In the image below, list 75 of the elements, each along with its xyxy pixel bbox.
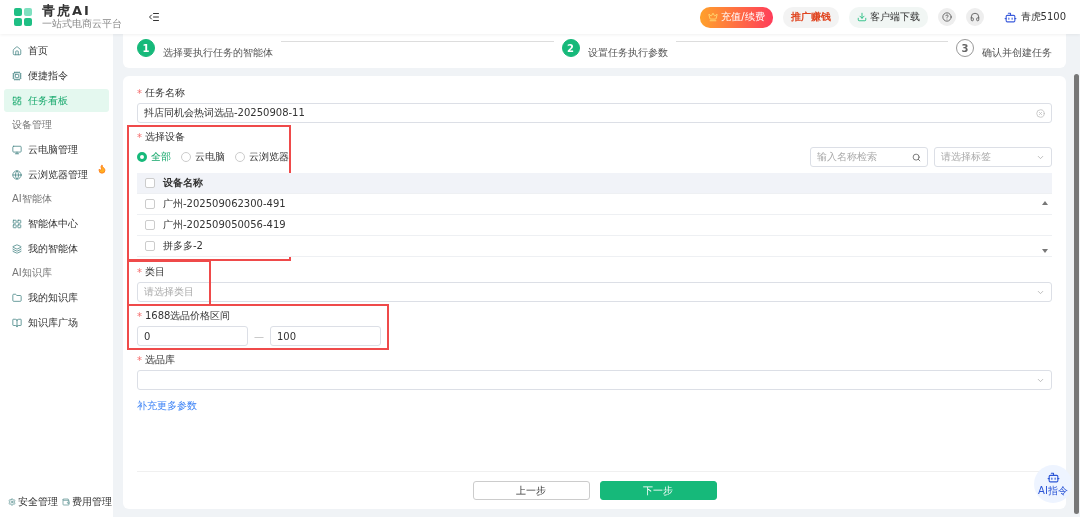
crown-icon <box>708 12 719 22</box>
field-label: 选品库 <box>145 353 175 367</box>
folder-icon <box>12 292 22 303</box>
globe-icon <box>12 169 22 180</box>
layers-icon <box>12 243 22 254</box>
field-label: 1688选品价格区间 <box>145 309 231 323</box>
sidebar-item[interactable]: 我的知识库 <box>4 286 109 309</box>
required-mark: * <box>137 310 142 322</box>
step-number: 2 <box>561 39 580 57</box>
required-mark: * <box>137 131 142 143</box>
monitor-icon <box>12 144 22 155</box>
wallet-icon <box>62 498 70 506</box>
range-separator: — <box>254 330 264 342</box>
help-icon <box>941 12 952 22</box>
more-params-link[interactable]: 补充更多参数 <box>137 400 197 411</box>
brand-name: 青虎AI <box>42 3 92 17</box>
checkbox[interactable] <box>145 220 155 230</box>
footer-link[interactable]: 费用管理 <box>62 495 112 509</box>
required-mark: * <box>137 87 142 99</box>
min-price-field[interactable]: 0 <box>137 326 248 346</box>
table-cell: 拼多多-2 <box>163 239 203 253</box>
radio-option[interactable]: 云电脑 <box>181 150 225 164</box>
footer-link[interactable]: 安全管理 <box>8 495 58 509</box>
download-icon <box>856 12 867 22</box>
table-cell: 广州-202509050056-419 <box>163 218 286 232</box>
max-price-field[interactable]: 100 <box>270 326 381 346</box>
avatar-icon <box>1003 10 1017 24</box>
dashboard-icon <box>12 95 22 106</box>
required-mark: * <box>137 266 142 278</box>
field-label: 类目 <box>145 265 165 279</box>
user-name[interactable]: 青虎5100 <box>1020 10 1066 24</box>
promo-button[interactable]: 推广赚钱 <box>782 6 839 28</box>
sidebar-item[interactable]: 知识库广场 <box>4 311 109 334</box>
checkbox[interactable] <box>145 199 155 209</box>
headphones-icon <box>969 12 980 22</box>
book-icon <box>12 317 22 328</box>
sidebar-item[interactable]: 便捷指令 <box>4 64 109 87</box>
sidebar-item[interactable]: 首页 <box>4 39 109 62</box>
menu-icon[interactable] <box>148 11 160 23</box>
scroll-down-icon[interactable] <box>1042 249 1048 253</box>
chip-icon <box>12 70 22 81</box>
support-button[interactable] <box>965 8 984 26</box>
scroll-up-icon[interactable] <box>1042 201 1048 205</box>
sidebar-item[interactable]: 智能体中心 <box>4 212 109 235</box>
column-header: 设备名称 <box>163 176 203 190</box>
step-description: 选择要执行任务的智能体 <box>163 46 273 60</box>
logo-icon <box>14 8 32 26</box>
prev-button[interactable]: 上一步 <box>472 481 590 500</box>
home-icon <box>12 45 22 56</box>
sidebar-group-label: 设备管理 <box>11 118 53 132</box>
task-name-field[interactable]: 抖店同机会热词选品-20250908-11 <box>137 103 1052 123</box>
search-icon <box>912 152 921 162</box>
clear-icon[interactable] <box>1036 108 1045 118</box>
field-label: 任务名称 <box>145 86 185 100</box>
radio-option[interactable]: 云浏览器 <box>235 150 289 164</box>
sidebar-group-label: AI智能体 <box>11 192 53 206</box>
settings-icon <box>8 498 16 506</box>
sidebar-item[interactable]: 我的智能体 <box>4 237 109 260</box>
grid-icon <box>12 218 22 229</box>
robot-icon <box>1046 470 1060 484</box>
step-number: 3 <box>956 39 974 57</box>
checkbox[interactable] <box>145 178 155 188</box>
download-button[interactable]: 客户端下载 <box>848 6 928 28</box>
checkbox[interactable] <box>145 241 155 251</box>
table-cell: 广州-202509062300-491 <box>163 197 286 211</box>
help-button[interactable] <box>937 8 956 26</box>
required-mark: * <box>137 354 142 366</box>
sidebar-group-label: AI知识库 <box>11 266 53 280</box>
sidebar-item[interactable]: 云浏览器管理 <box>4 163 109 186</box>
step-description: 设置任务执行参数 <box>587 46 668 60</box>
step-description: 确认并创建任务 <box>982 46 1052 60</box>
step-number: 1 <box>137 39 155 57</box>
brand-tagline: 一站式电商云平台 <box>42 17 122 31</box>
field-label: 选择设备 <box>145 130 185 144</box>
sidebar-item[interactable]: 云电脑管理 <box>4 138 109 161</box>
